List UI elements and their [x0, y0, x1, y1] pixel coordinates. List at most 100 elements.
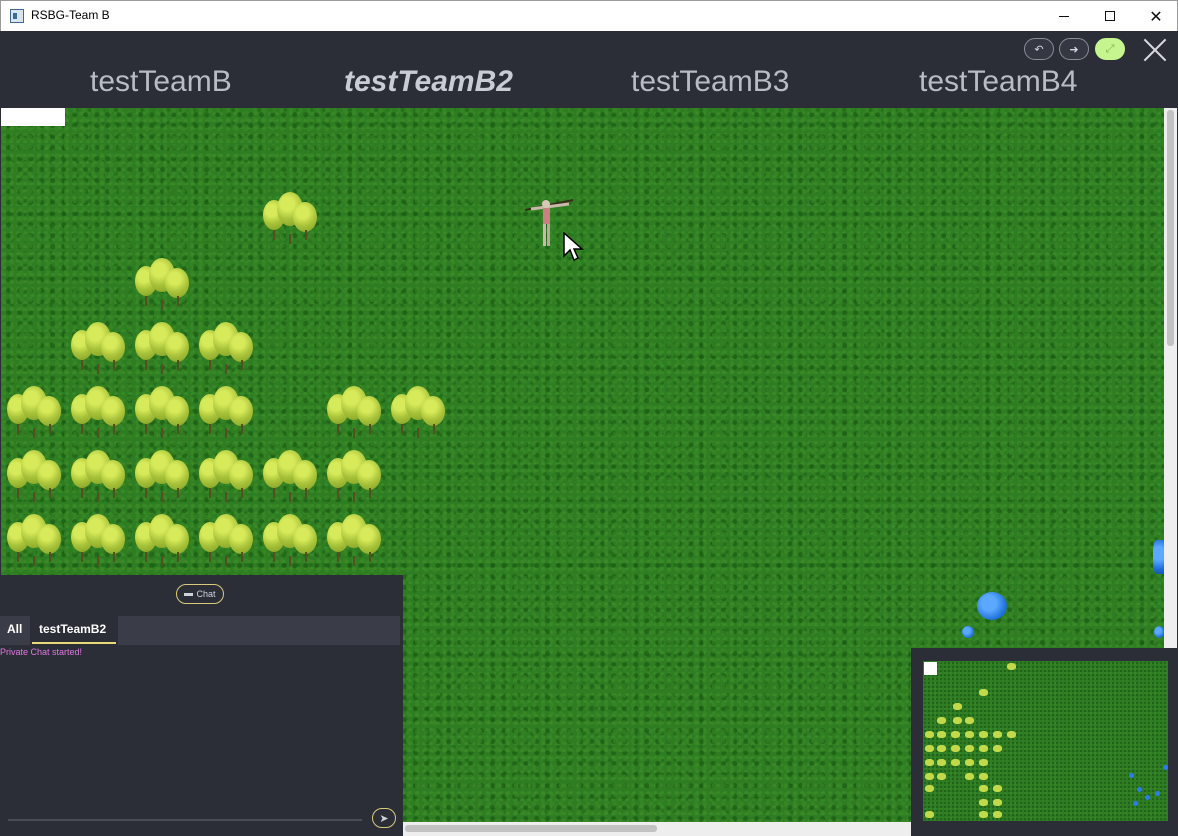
minimap-viewport-marker — [924, 662, 937, 675]
expand-icon: ⤢ — [1105, 42, 1115, 55]
minimap-tree — [1007, 731, 1016, 738]
minimap-tree — [965, 717, 974, 724]
minimap-tree — [925, 731, 934, 738]
tree-sprite — [325, 448, 385, 508]
chat-message: Private Chat started! — [0, 647, 83, 657]
tree-sprite — [69, 320, 129, 380]
close-icon: ✕ — [1149, 6, 1163, 26]
send-button[interactable]: ➤ — [372, 808, 396, 828]
undo-icon: ↶ — [1034, 42, 1044, 56]
tree-sprite — [197, 384, 257, 444]
map-vertical-scrollbar[interactable] — [1164, 108, 1177, 648]
tree-sprite — [325, 384, 385, 444]
minimap-tree — [979, 731, 988, 738]
minimap-tree — [965, 773, 974, 780]
minimap-tree — [925, 785, 934, 792]
tree-sprite — [325, 512, 385, 572]
redo-button[interactable]: ➜ — [1059, 38, 1089, 60]
minimap-tree — [937, 745, 946, 752]
minimap-tree — [993, 731, 1002, 738]
minimap-tree — [965, 759, 974, 766]
minimap-tree — [979, 785, 988, 792]
chat-input[interactable] — [8, 819, 362, 821]
tree-sprite — [197, 320, 257, 380]
redo-icon: ➜ — [1069, 42, 1079, 56]
app-icon — [10, 9, 24, 23]
chat-tabs: All testTeamB2 — [0, 616, 400, 645]
tree-sprite — [133, 320, 193, 380]
minimap-water — [1129, 773, 1134, 778]
chat-tab-indicator — [32, 642, 116, 644]
minimap-tree — [1007, 663, 1016, 670]
minimap-tree — [993, 799, 1002, 806]
maximize-button[interactable] — [1087, 1, 1133, 31]
scroll-thumb[interactable] — [1167, 110, 1174, 346]
game-close-button[interactable] — [1142, 37, 1168, 63]
tree-sprite — [197, 448, 257, 508]
tree-sprite — [133, 384, 193, 444]
minimap-water — [1133, 801, 1138, 806]
minimap-tree — [979, 759, 988, 766]
minimap-tree — [979, 773, 988, 780]
mouse-cursor-icon — [563, 232, 584, 262]
minimap-tree — [979, 689, 988, 696]
tree-sprite — [5, 512, 65, 572]
minimap-tree — [951, 745, 960, 752]
tree-sprite — [197, 512, 257, 572]
team-tab-testteamb[interactable]: testTeamB — [90, 65, 232, 99]
minimap-tree — [979, 811, 988, 818]
water-tile — [1154, 626, 1164, 638]
minimap-tree — [993, 785, 1002, 792]
minimap[interactable] — [923, 661, 1168, 821]
minimap-tree — [953, 703, 962, 710]
window-title: RSBG-Team B — [31, 8, 110, 22]
tree-sprite — [69, 512, 129, 572]
chat-toggle-label: Chat — [196, 589, 216, 599]
map-horizontal-scrollbar[interactable] — [403, 822, 911, 836]
minimap-tree — [979, 745, 988, 752]
fullscreen-button[interactable]: ⤢ — [1095, 38, 1125, 60]
minimap-tree — [953, 717, 962, 724]
chat-tab-all[interactable]: All — [7, 622, 22, 636]
minimap-tree — [993, 745, 1002, 752]
minimize-button[interactable] — [1041, 1, 1087, 31]
tree-sprite — [261, 448, 321, 508]
minimap-water — [1145, 795, 1150, 800]
window-close-button[interactable]: ✕ — [1133, 1, 1178, 31]
water-tile — [977, 592, 1007, 620]
minimap-tree — [937, 717, 946, 724]
minimap-water — [1155, 791, 1160, 796]
chat-tab-testteamb2[interactable]: testTeamB2 — [39, 622, 106, 636]
team-tab-testteamb3[interactable]: testTeamB3 — [631, 65, 789, 99]
tree-sprite — [133, 512, 193, 572]
minimap-tree — [937, 731, 946, 738]
minimap-tree — [937, 773, 946, 780]
team-tab-testteamb4[interactable]: testTeamB4 — [919, 65, 1077, 99]
team-tab-testteamb2[interactable]: testTeamB2 — [344, 65, 513, 99]
maximize-icon — [1105, 11, 1115, 21]
water-tile — [962, 626, 974, 638]
minimap-tree — [965, 745, 974, 752]
minimap-tree — [993, 811, 1002, 818]
window-titlebar: RSBG-Team B ✕ — [0, 0, 1178, 31]
chat-toggle-button[interactable]: Chat — [176, 584, 224, 604]
minimap-tree — [951, 759, 960, 766]
tree-sprite — [261, 512, 321, 572]
minimap-tree — [979, 799, 988, 806]
minimap-tree — [925, 745, 934, 752]
undo-button[interactable]: ↶ — [1024, 38, 1054, 60]
minimap-water — [1163, 765, 1168, 770]
tree-sprite — [69, 448, 129, 508]
tree-sprite — [5, 384, 65, 444]
tree-sprite — [5, 448, 65, 508]
minimap-tree — [925, 811, 934, 818]
minimap-tree — [937, 759, 946, 766]
chat-panel: Chat All testTeamB2 Private Chat started… — [0, 575, 403, 836]
tree-sprite — [133, 256, 193, 316]
minimize-icon — [1059, 15, 1069, 17]
minimap-tree — [925, 759, 934, 766]
minimap-water — [1137, 787, 1142, 792]
send-icon: ➤ — [379, 811, 389, 825]
scroll-thumb[interactable] — [405, 825, 657, 832]
minimize-icon — [184, 592, 194, 596]
